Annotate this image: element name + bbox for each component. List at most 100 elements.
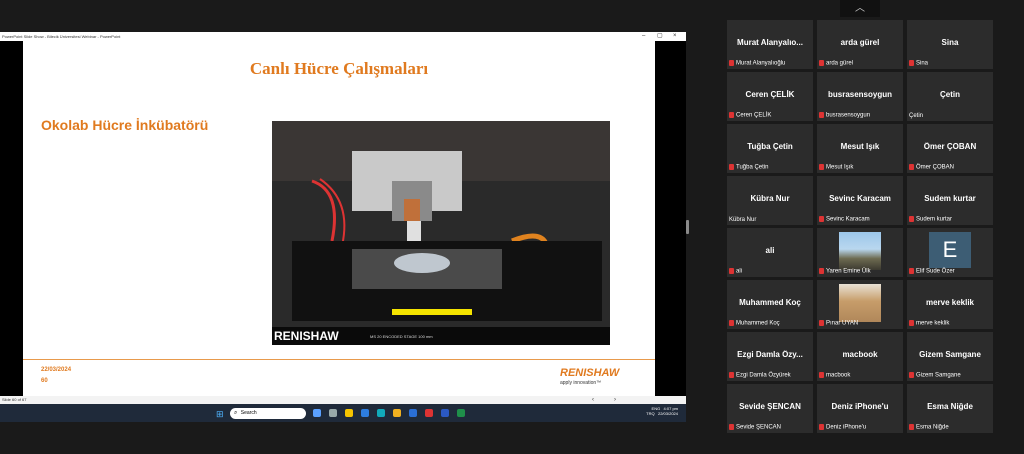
participant-label-text: Sevide ŞENCAN <box>736 425 782 431</box>
participant-label: Sudem kurtar <box>909 216 952 223</box>
muted-mic-icon <box>729 112 734 119</box>
photo-logo-text: RENISHAW <box>274 329 339 343</box>
system-tray[interactable]: ENG 4:07 pm TRQ 22/03/2024 <box>646 406 678 416</box>
participant-label-text: Muhammed Koç <box>736 321 780 327</box>
shared-screen: PowerPoint Slide Show - Bilecik Üniversi… <box>0 32 686 422</box>
chevron-up-icon: ︿ <box>855 3 865 14</box>
task-view-icon[interactable] <box>313 409 321 417</box>
participant-label: Sevide ŞENCAN <box>729 424 781 431</box>
participant-tile[interactable]: Kübra Nur Kübra Nur <box>727 176 813 225</box>
slide: Canlı Hücre Çalışmaları Okolab Hücre İnk… <box>23 41 655 396</box>
muted-mic-icon <box>729 164 734 171</box>
participant-tile[interactable]: Gizem Samgane Gizem Samgane <box>907 332 993 381</box>
ppt-title-bar: PowerPoint Slide Show - Bilecik Üniversi… <box>0 32 686 41</box>
restore-button[interactable]: ▢ <box>657 32 663 41</box>
participant-label: Esma Niğde <box>909 424 949 431</box>
participant-tile[interactable]: Deniz iPhone'u Deniz iPhone'u <box>817 384 903 433</box>
participant-tile[interactable]: Muhammed Koç Muhammed Koç <box>727 280 813 329</box>
participant-tile[interactable]: macbook macbook <box>817 332 903 381</box>
participant-tile[interactable]: Tuğba Çetin Tuğba Çetin <box>727 124 813 173</box>
muted-mic-icon <box>819 372 824 379</box>
windows-start-icon[interactable]: ⊞ <box>216 409 224 420</box>
muted-mic-icon <box>729 424 734 431</box>
taskbar-search[interactable]: ⌕ Search <box>230 408 306 419</box>
participant-label: Mesut Işık <box>819 164 853 171</box>
participant-tile[interactable]: ali ali <box>727 228 813 277</box>
zoom-icon[interactable] <box>441 409 449 417</box>
participant-tile[interactable]: merve keklik merve keklik <box>907 280 993 329</box>
close-button[interactable]: × <box>673 32 677 41</box>
participant-label-text: Sudem kurtar <box>916 217 953 223</box>
muted-mic-icon <box>819 320 824 327</box>
tray-lang-2: TRQ <box>646 411 655 416</box>
powerpoint-icon[interactable] <box>425 409 433 417</box>
logo-tagline: apply innovation™ <box>560 380 602 386</box>
participant-name: Sina <box>941 38 959 47</box>
participant-avatar: E <box>929 232 971 268</box>
participant-label-text: Sina <box>916 61 929 67</box>
participant-tile[interactable]: Çetin Çetin <box>907 72 993 121</box>
participant-name: arda gürel <box>840 38 880 47</box>
gallery-collapse-button[interactable]: ︿ <box>840 0 880 17</box>
participant-tile[interactable]: Sudem kurtar Sudem kurtar <box>907 176 993 225</box>
muted-mic-icon <box>819 424 824 431</box>
microscope-photo: RENISHAW MS 20 ENCODED STAGE 100 mm <box>272 121 610 345</box>
minimize-button[interactable]: – <box>642 32 645 41</box>
participant-tile[interactable]: Pınar UYAN <box>817 280 903 329</box>
muted-mic-icon <box>909 60 914 67</box>
participant-tile[interactable]: Yaren Emine Ülk <box>817 228 903 277</box>
participant-label-text: Ömer ÇOBAN <box>916 165 955 171</box>
participant-tile[interactable]: Mesut Işık Mesut Işık <box>817 124 903 173</box>
participant-tile[interactable]: Sevinc Karacam Sevinc Karacam <box>817 176 903 225</box>
participant-label: merve keklik <box>909 320 949 327</box>
participant-label: Deniz iPhone'u <box>819 424 866 431</box>
slideshow-status-bar: Slide 60 of 67 ‹ › <box>0 396 686 404</box>
word-icon[interactable] <box>409 409 417 417</box>
excel-icon[interactable] <box>457 409 465 417</box>
file-explorer-icon[interactable] <box>345 409 353 417</box>
slide-number: 60 <box>41 378 48 384</box>
participant-label: Ezgi Damla Özyürek <box>729 372 791 379</box>
edge-icon[interactable] <box>361 409 369 417</box>
muted-mic-icon <box>729 320 734 327</box>
participant-label: Elif Sude Özer <box>909 268 955 275</box>
participant-tile[interactable]: E Elif Sude Özer <box>907 228 993 277</box>
prev-slide-icon[interactable]: ‹ <box>592 396 594 404</box>
participant-label-text: ali <box>736 269 743 275</box>
participant-label: Murat Alanyalıoğlu <box>729 60 785 67</box>
slide-divider <box>23 359 655 360</box>
participant-tile[interactable]: arda gürel arda gürel <box>817 20 903 69</box>
participant-tile[interactable]: Ezgi Damla Özy... Ezgi Damla Özyürek <box>727 332 813 381</box>
photo-caption: MS 20 ENCODED STAGE 100 mm <box>370 334 433 339</box>
participant-label-text: Murat Alanyalıoğlu <box>736 61 786 67</box>
participant-tile[interactable]: Esma Niğde Esma Niğde <box>907 384 993 433</box>
participant-tile[interactable]: Sina Sina <box>907 20 993 69</box>
muted-mic-icon <box>819 60 824 67</box>
participant-name: macbook <box>842 350 878 359</box>
participant-name: Sudem kurtar <box>924 194 976 203</box>
participant-name: Esma Niğde <box>927 402 973 411</box>
participant-label: busrasensoygun <box>819 112 870 119</box>
participant-tile[interactable]: Sevide ŞENCAN Sevide ŞENCAN <box>727 384 813 433</box>
participant-tile[interactable]: Ceren ÇELİK Ceren ÇELİK <box>727 72 813 121</box>
participant-name: Tuğba Çetin <box>747 142 793 151</box>
participant-name: Mesut Işık <box>840 142 880 151</box>
participant-label: arda gürel <box>819 60 853 67</box>
muted-mic-icon <box>909 424 914 431</box>
participant-tile[interactable]: Ömer ÇOBAN Ömer ÇOBAN <box>907 124 993 173</box>
widgets-icon[interactable] <box>329 409 337 417</box>
participant-tile[interactable]: busrasensoygun busrasensoygun <box>817 72 903 121</box>
store-icon[interactable] <box>377 409 385 417</box>
participant-tile[interactable]: Murat Alanyalıo... Murat Alanyalıoğlu <box>727 20 813 69</box>
muted-mic-icon <box>909 268 914 275</box>
slide-title: Canlı Hücre Çalışmaları <box>249 59 429 78</box>
slide-counter: Slide 60 of 67 <box>2 397 27 402</box>
split-handle[interactable] <box>686 220 689 234</box>
folder-icon[interactable] <box>393 409 401 417</box>
search-icon: ⌕ <box>234 410 238 416</box>
next-slide-icon[interactable]: › <box>614 396 616 404</box>
participant-name: Ömer ÇOBAN <box>923 142 977 151</box>
participant-label-text: merve keklik <box>916 321 950 327</box>
muted-mic-icon <box>909 320 914 327</box>
participant-label: Çetin <box>909 113 923 119</box>
